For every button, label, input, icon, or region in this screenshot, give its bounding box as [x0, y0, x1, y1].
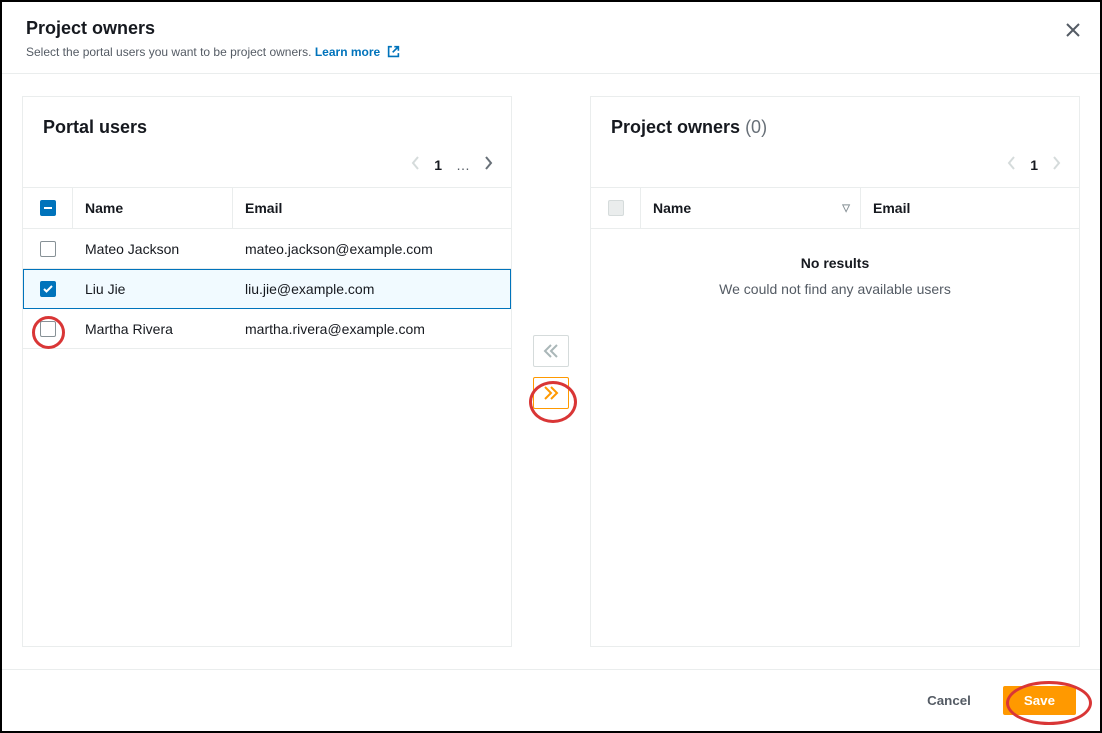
table-row[interactable]: Liu Jie liu.jie@example.com: [23, 269, 511, 309]
page-ellipsis: …: [456, 157, 470, 173]
learn-more-link[interactable]: Learn more: [315, 45, 400, 59]
page-number[interactable]: 1: [1030, 157, 1038, 173]
transfer-buttons: [528, 96, 574, 647]
modal-header: Project owners Select the portal users y…: [2, 2, 1100, 74]
move-left-button[interactable]: [533, 335, 569, 367]
email-header[interactable]: Email: [233, 188, 511, 228]
external-link-icon: [387, 45, 400, 61]
close-icon[interactable]: [1066, 22, 1080, 40]
email-header[interactable]: Email: [861, 188, 1079, 228]
table-row[interactable]: Martha Rivera martha.rivera@example.com: [23, 309, 511, 349]
panel-header: Portal users: [23, 97, 511, 148]
panel-header: Project owners (0): [591, 97, 1079, 148]
portal-users-title: Portal users: [43, 117, 491, 138]
name-header[interactable]: Name ▽: [641, 188, 861, 228]
chevron-double-right-icon: [543, 386, 559, 400]
project-owners-pagination: 1: [591, 148, 1079, 187]
row-checkbox[interactable]: [40, 321, 56, 337]
modal-body: Portal users 1 … Name Email Mateo Jackso…: [2, 74, 1100, 669]
empty-title: No results: [601, 255, 1069, 271]
table-row[interactable]: Mateo Jackson mateo.jackson@example.com: [23, 229, 511, 269]
modal-title: Project owners: [26, 18, 1076, 39]
next-page-icon[interactable]: [1052, 156, 1061, 173]
empty-text: We could not find any available users: [601, 281, 1069, 297]
chevron-double-left-icon: [543, 344, 559, 358]
next-page-icon[interactable]: [484, 156, 493, 173]
prev-page-icon[interactable]: [411, 156, 420, 173]
prev-page-icon[interactable]: [1007, 156, 1016, 173]
portal-users-table-header: Name Email: [23, 187, 511, 229]
modal-description: Select the portal users you want to be p…: [26, 45, 1076, 61]
row-email: martha.rivera@example.com: [233, 309, 511, 348]
row-name: Liu Jie: [73, 269, 233, 308]
row-email: liu.jie@example.com: [233, 269, 511, 308]
owners-table-body: No results We could not find any availab…: [591, 229, 1079, 646]
project-owners-modal: Project owners Select the portal users y…: [0, 0, 1102, 733]
select-all-checkbox[interactable]: [40, 200, 56, 216]
project-owners-title: Project owners (0): [611, 117, 1059, 138]
portal-users-pagination: 1 …: [23, 148, 511, 187]
description-text: Select the portal users you want to be p…: [26, 45, 312, 59]
sort-icon: ▽: [842, 203, 850, 214]
select-all-cell: [23, 188, 73, 228]
portal-users-panel: Portal users 1 … Name Email Mateo Jackso…: [22, 96, 512, 647]
owners-table-header: Name ▽ Email: [591, 187, 1079, 229]
row-name: Mateo Jackson: [73, 229, 233, 268]
project-owners-panel: Project owners (0) 1 Name ▽ Email: [590, 96, 1080, 647]
empty-state: No results We could not find any availab…: [591, 229, 1079, 323]
portal-users-table-body: Mateo Jackson mateo.jackson@example.com …: [23, 229, 511, 646]
modal-footer: Cancel Save: [2, 669, 1100, 731]
move-right-button[interactable]: [533, 377, 569, 409]
row-email: mateo.jackson@example.com: [233, 229, 511, 268]
row-name: Martha Rivera: [73, 309, 233, 348]
row-checkbox[interactable]: [40, 281, 56, 297]
select-all-cell: [591, 188, 641, 228]
name-header[interactable]: Name: [73, 188, 233, 228]
row-checkbox[interactable]: [40, 241, 56, 257]
page-number[interactable]: 1: [434, 157, 442, 173]
select-all-checkbox: [608, 200, 624, 216]
cancel-button[interactable]: Cancel: [907, 686, 991, 715]
owners-count: (0): [745, 117, 767, 137]
save-button[interactable]: Save: [1003, 686, 1076, 715]
